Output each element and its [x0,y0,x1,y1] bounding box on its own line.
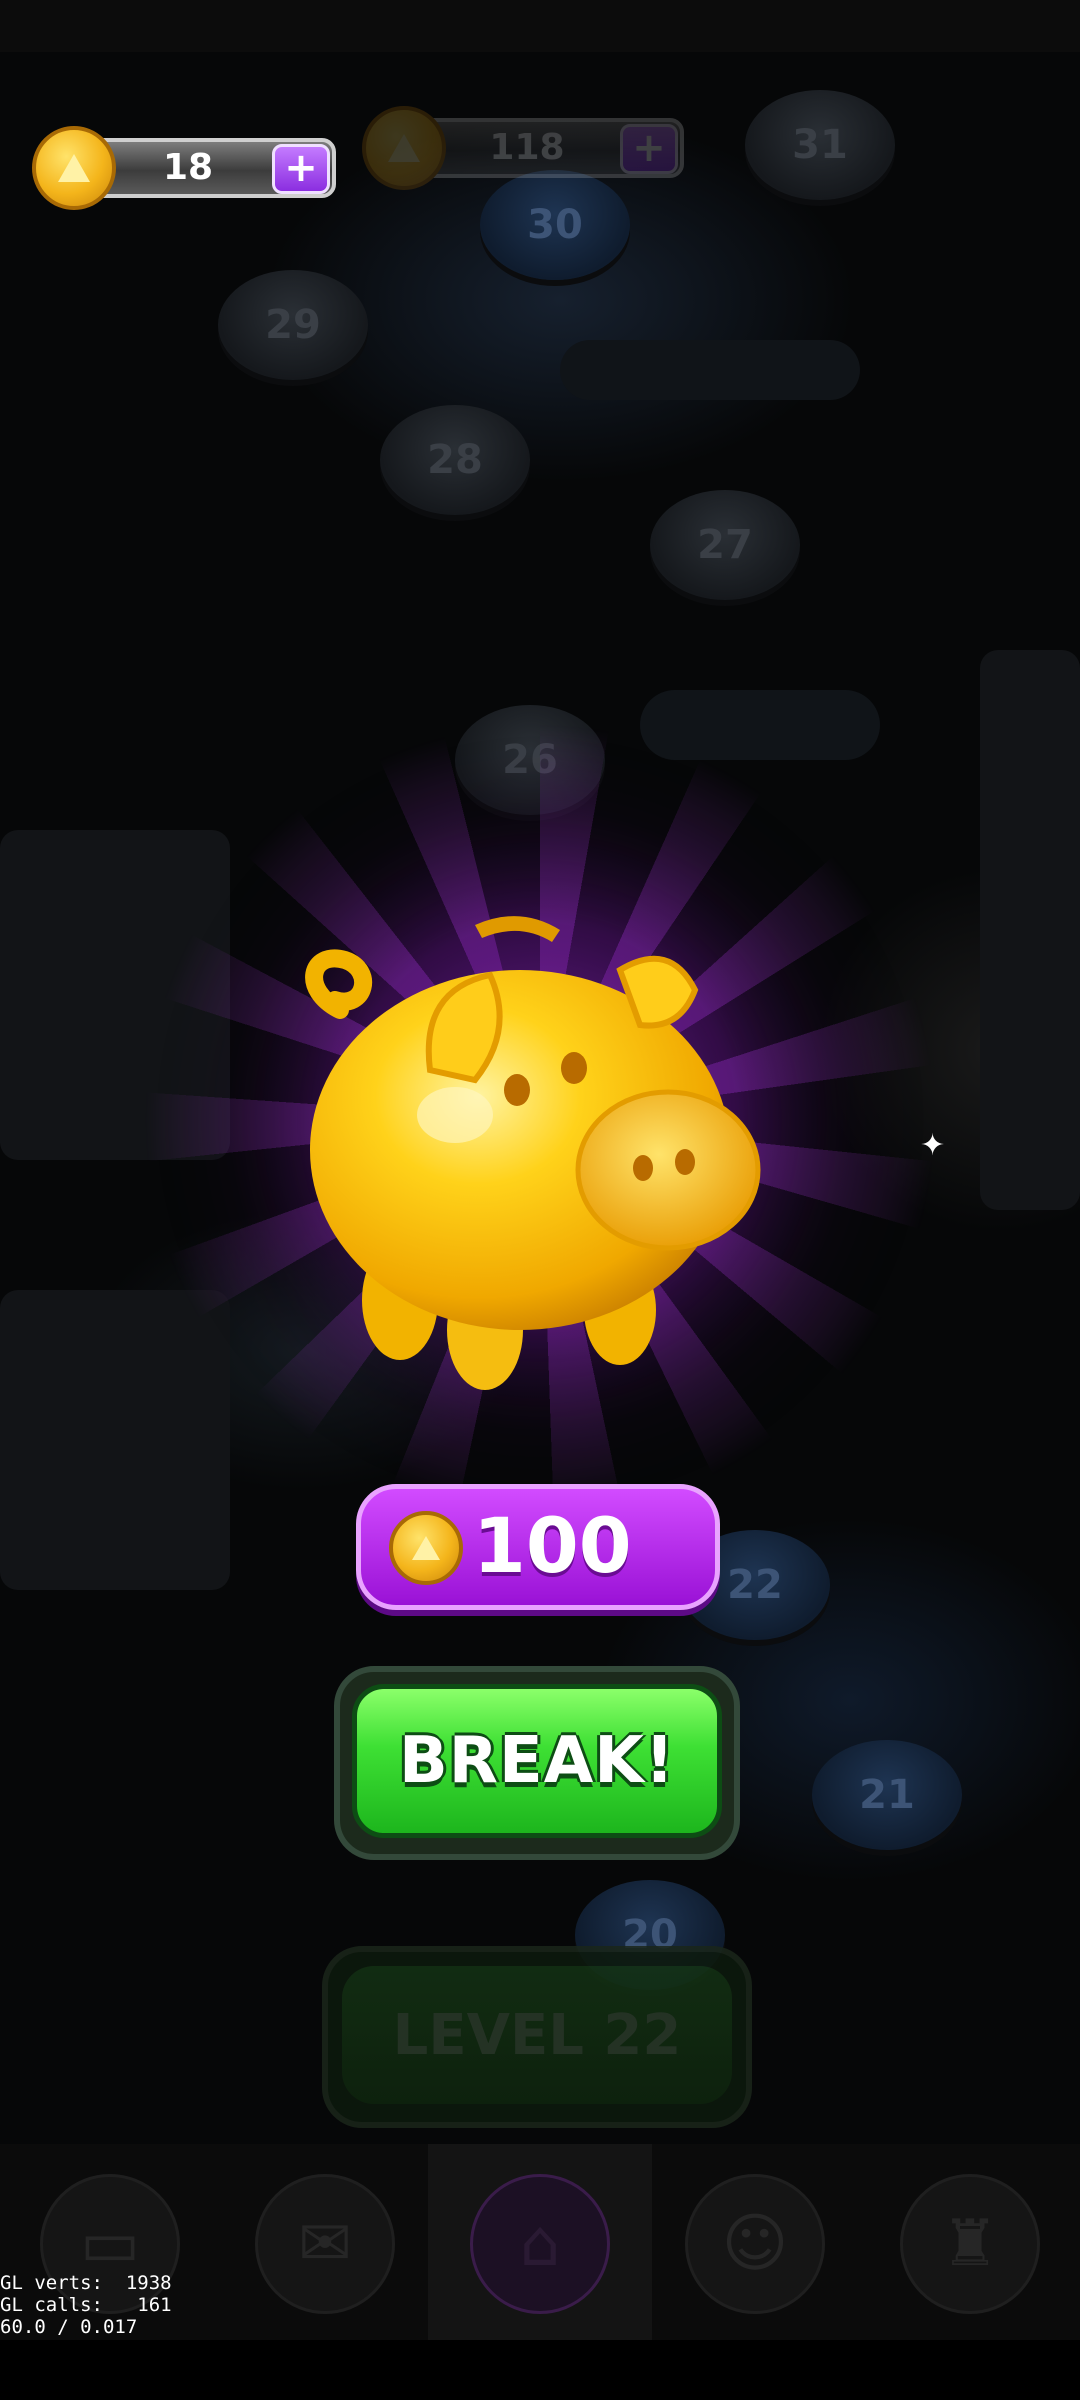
people-icon: ☺ [721,2207,789,2281]
add-secondary-button: + [620,124,678,174]
debug-fps: 60.0 / 0.017 [0,2316,138,2338]
cards-icon: ▭ [79,2207,141,2281]
map-level-node: 28 [380,405,530,515]
nav-team: ☺ [685,2174,825,2314]
reward-amount: 100 [473,1501,632,1590]
break-button[interactable]: BREAK! [334,1666,740,1860]
reward-amount-pill: 100 [356,1484,720,1610]
sparkle-icon: ✦ [920,1128,946,1163]
map-level-node: 29 [218,270,368,380]
piggy-bank-icon [305,916,761,1390]
system-nav-bar [0,2340,1080,2400]
level-button-label: LEVEL 22 [392,2002,682,2068]
coin-icon [389,1511,463,1585]
background-machine [980,650,1080,1210]
map-level-node: 27 [650,490,800,600]
secondary-count: 118 [489,127,565,168]
background-machine [0,1290,230,1590]
debug-overlay: GL verts: 1938 GL calls: 161 60.0 / 0.017 [0,2272,172,2338]
trophy-icon: ♜ [941,2207,999,2281]
coin-counter: 18 + [32,126,336,210]
nav-leaderboard: ♜ [900,2174,1040,2314]
debug-gl-verts: GL verts: 1938 [0,2272,172,2294]
map-level-node: 21 [812,1740,962,1850]
add-coins-button[interactable]: + [272,144,330,194]
secondary-counter: 118 + [362,106,684,190]
home-icon: ⌂ [519,2207,561,2281]
coin-icon [32,126,116,210]
coin-icon [362,106,446,190]
nav-home: ⌂ [470,2174,610,2314]
break-button-label: BREAK! [398,1724,676,1798]
debug-gl-calls: GL calls: 161 [0,2294,172,2316]
map-level-node: 31 [745,90,895,200]
envelope-icon: ✉ [298,2207,352,2281]
coin-count: 18 [162,147,214,188]
map-level-node: 30 [480,170,630,280]
background-pipe [560,340,860,400]
nav-mail: ✉ [255,2174,395,2314]
level-button: LEVEL 22 [322,1946,752,2128]
status-bar [0,0,1080,52]
